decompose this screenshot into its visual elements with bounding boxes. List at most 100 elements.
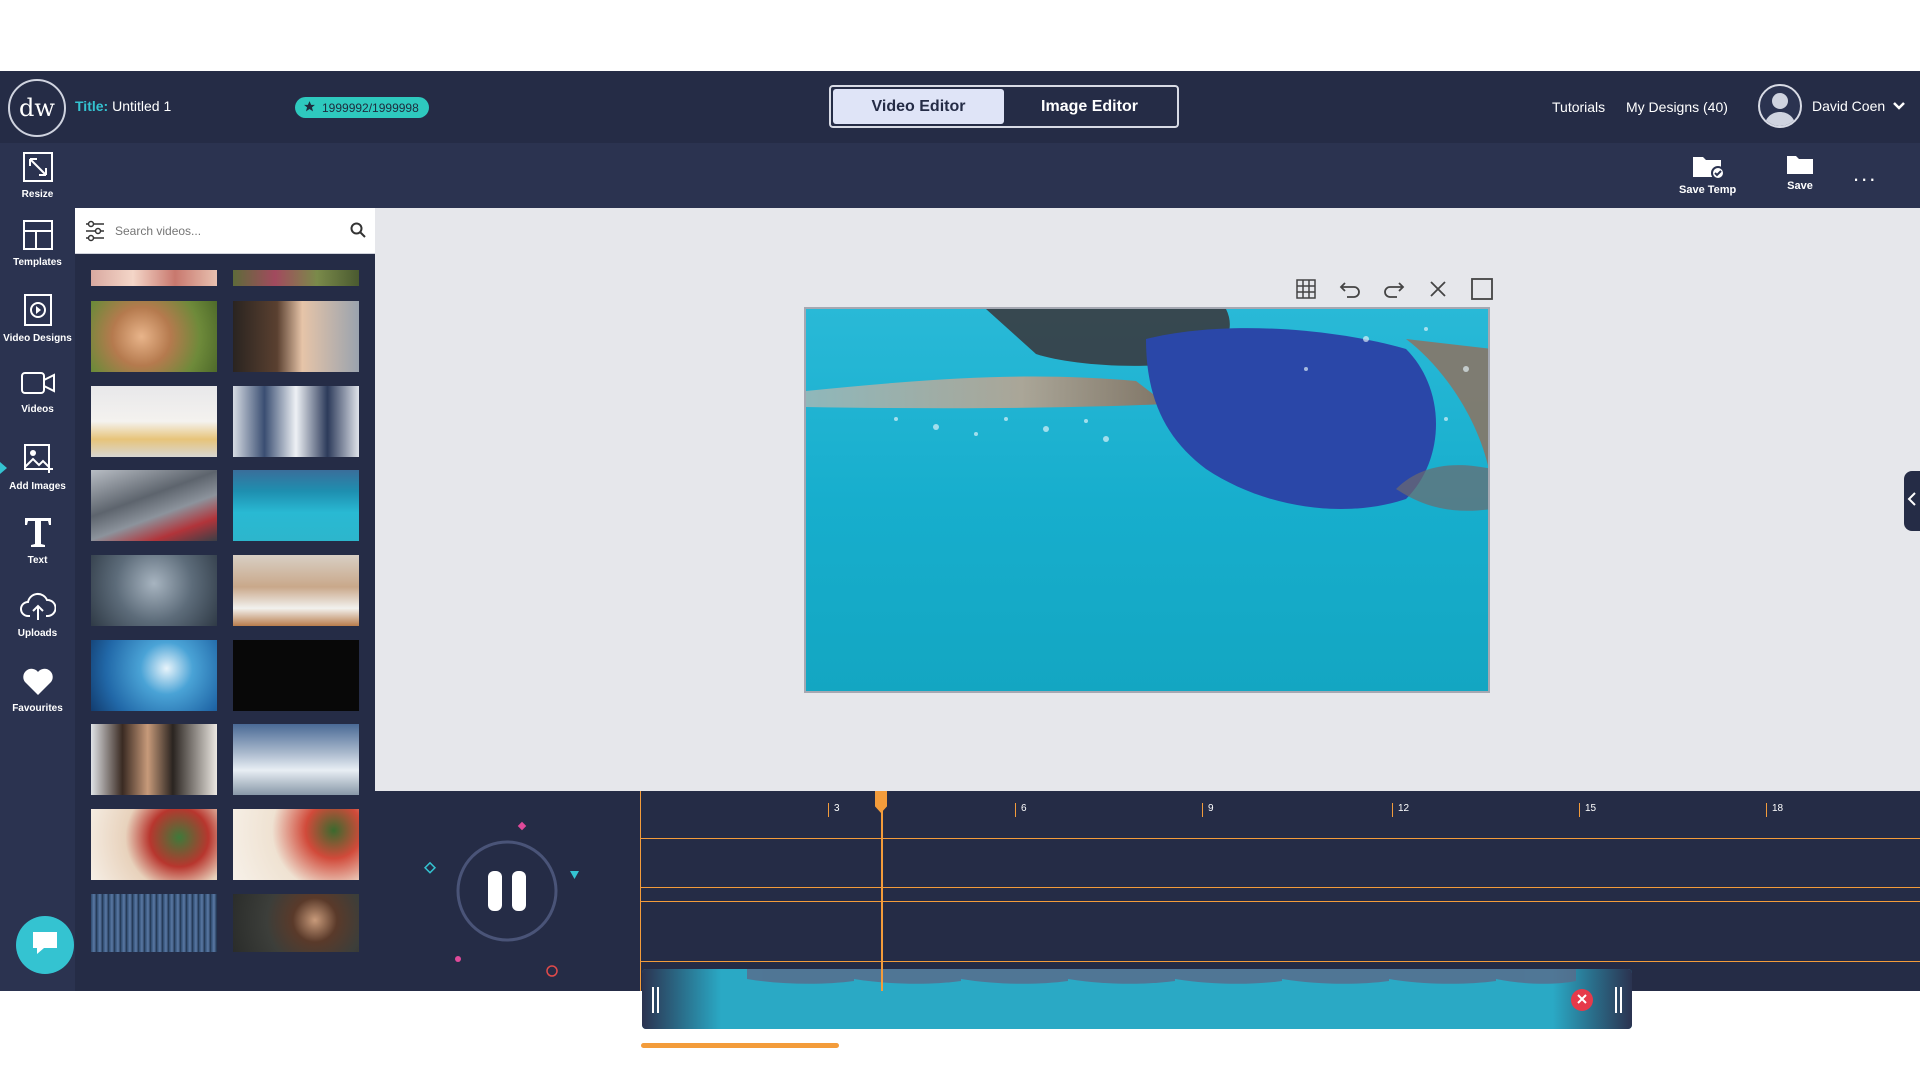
progress-bar — [641, 1043, 839, 1048]
video-thumbnail[interactable] — [91, 386, 217, 457]
fullscreen-icon[interactable] — [1469, 276, 1495, 302]
redo-icon[interactable] — [1381, 276, 1407, 302]
ruler-label: 9 — [1208, 803, 1214, 814]
top-bar: dw Title: Untitled 1 1999992/1999998 Vid… — [0, 71, 1920, 143]
editor-switch: Video Editor Image Editor — [829, 85, 1179, 128]
clip-filmstrip — [642, 969, 1632, 1029]
sidebar-item-resize[interactable]: Resize — [0, 151, 75, 200]
video-thumbnail[interactable] — [91, 470, 217, 541]
folder-check-icon — [1691, 151, 1725, 184]
video-thumbnail[interactable] — [233, 470, 359, 541]
video-thumbnail[interactable] — [91, 640, 217, 711]
track-divider — [641, 961, 1920, 962]
video-clip[interactable] — [642, 969, 1632, 1029]
video-thumbnail[interactable] — [233, 809, 359, 880]
video-thumbnail[interactable] — [233, 555, 359, 626]
canvas-toolbar — [1293, 276, 1495, 302]
video-library-panel — [75, 208, 375, 991]
expand-right-panel-button[interactable] — [1904, 471, 1920, 531]
credits-badge: 1999992/1999998 — [295, 97, 429, 118]
video-preview[interactable] — [804, 307, 1490, 693]
video-editor-app: dw Title: Untitled 1 1999992/1999998 Vid… — [0, 71, 1920, 1048]
sidebar-item-favourites[interactable]: Favourites — [0, 665, 75, 714]
sidebar-item-videos[interactable]: Videos — [0, 368, 75, 415]
ruler-label: 6 — [1021, 803, 1027, 814]
swimmer-frame — [806, 309, 1488, 691]
sidebar-item-templates[interactable]: Templates — [0, 219, 75, 268]
ruler-label: 3 — [834, 803, 840, 814]
toolbar: Save Temp Save ... — [75, 143, 1920, 208]
video-thumbnail[interactable] — [91, 301, 217, 372]
playhead[interactable] — [881, 791, 883, 991]
templates-icon — [22, 219, 54, 257]
ruler-label: 12 — [1398, 803, 1410, 814]
timeline-ruler: 3 6 9 12 15 18 — [640, 791, 1920, 991]
user-menu[interactable]: David Coen — [1812, 98, 1905, 114]
video-thumbnail[interactable] — [233, 270, 359, 286]
cloud-upload-icon — [19, 590, 56, 628]
close-icon — [1577, 991, 1587, 1009]
ruler-tick — [1579, 803, 1580, 817]
track-divider — [641, 901, 1920, 902]
video-thumbnail[interactable] — [233, 894, 359, 952]
star-icon — [303, 100, 316, 116]
video-thumbnail[interactable] — [233, 301, 359, 372]
tutorials-link[interactable]: Tutorials — [1552, 99, 1605, 115]
video-thumbnail[interactable] — [233, 640, 359, 711]
save-temp-button[interactable]: Save Temp — [1679, 151, 1736, 196]
sidebar: Resize Templates Video Designs Videos Ad… — [0, 143, 75, 991]
sidebar-item-video-designs[interactable]: Video Designs — [0, 293, 75, 344]
title-value: Untitled 1 — [112, 98, 172, 114]
video-thumbnail[interactable] — [91, 270, 217, 286]
video-thumbnail[interactable] — [233, 386, 359, 457]
remove-clip-button[interactable] — [1571, 989, 1593, 1011]
add-image-icon — [22, 441, 54, 481]
pause-button[interactable] — [458, 842, 556, 940]
track-divider — [641, 838, 1920, 839]
video-thumbnail[interactable] — [91, 724, 217, 795]
user-icon — [1764, 93, 1796, 126]
ruler-label: 15 — [1585, 803, 1597, 814]
save-button[interactable]: Save — [1786, 151, 1814, 192]
active-indicator — [0, 462, 7, 474]
video-thumbnail[interactable] — [91, 809, 217, 880]
sidebar-item-add-images[interactable]: Add Images — [0, 441, 75, 492]
ruler-tick — [1392, 803, 1393, 817]
ruler-tick — [828, 803, 829, 817]
video-camera-icon — [20, 368, 56, 404]
clip-left-handle[interactable] — [648, 983, 662, 1015]
filter-icon[interactable] — [85, 220, 105, 247]
logo[interactable]: dw — [8, 79, 66, 137]
resize-icon — [22, 151, 54, 189]
ruler-tick — [1766, 803, 1767, 817]
ruler-tick — [1015, 803, 1016, 817]
close-icon[interactable] — [1425, 276, 1451, 302]
track-divider — [641, 887, 1920, 888]
chat-button[interactable] — [16, 916, 74, 974]
chevron-down-icon — [1889, 98, 1905, 114]
undo-icon[interactable] — [1337, 276, 1363, 302]
search-input[interactable] — [115, 221, 315, 241]
grid-icon[interactable] — [1293, 276, 1319, 302]
video-thumbnail[interactable] — [91, 894, 217, 952]
text-icon — [22, 515, 54, 555]
video-thumbnail[interactable] — [91, 555, 217, 626]
heart-icon — [21, 665, 55, 703]
more-options-button[interactable]: ... — [1853, 161, 1877, 187]
chevron-left-icon — [1907, 491, 1917, 511]
clip-right-handle[interactable] — [1612, 983, 1626, 1015]
my-designs-link[interactable]: My Designs (40) — [1626, 99, 1728, 115]
ruler-tick — [1202, 803, 1203, 817]
video-thumbnail[interactable] — [233, 724, 359, 795]
tab-video-editor[interactable]: Video Editor — [833, 89, 1004, 124]
document-title[interactable]: Title: Untitled 1 — [75, 98, 171, 114]
chat-bubble-icon — [30, 929, 60, 962]
avatar[interactable] — [1758, 84, 1802, 128]
sidebar-item-uploads[interactable]: Uploads — [0, 590, 75, 639]
tab-image-editor[interactable]: Image Editor — [1004, 89, 1175, 124]
folder-icon — [1786, 151, 1814, 180]
search-icon[interactable] — [350, 222, 366, 243]
search-bar — [75, 208, 375, 254]
sidebar-item-text[interactable]: Text — [0, 515, 75, 566]
ruler-label: 18 — [1772, 803, 1784, 814]
